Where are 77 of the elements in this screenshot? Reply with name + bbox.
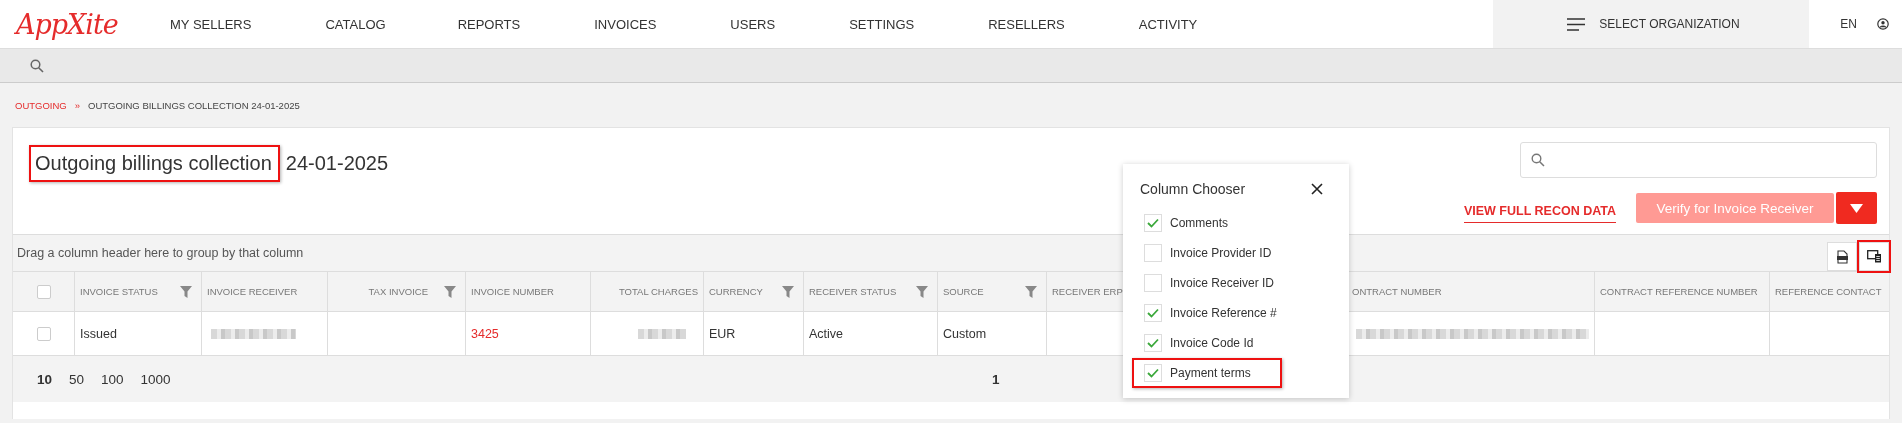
close-icon[interactable] [1311, 183, 1323, 195]
checkbox[interactable] [1144, 334, 1162, 352]
column-header[interactable]: TOTAL CHARGES [619, 286, 698, 297]
columns-icon [1866, 250, 1882, 263]
checkbox[interactable] [1144, 244, 1162, 262]
column-option[interactable]: Comments [1132, 208, 1282, 238]
page-size-option[interactable]: 10 [37, 371, 53, 387]
column-header[interactable]: ONTRACT NUMBER [1352, 286, 1442, 297]
column-header[interactable]: REFERENCE CONTACT [1775, 286, 1882, 297]
filter-icon[interactable] [782, 285, 794, 298]
row-checkbox[interactable] [36, 326, 51, 341]
column-header[interactable]: INVOICE RECEIVER [207, 286, 298, 297]
menu-icon [1567, 17, 1586, 31]
check-icon [1147, 368, 1159, 378]
column-option[interactable]: Invoice Code Id [1132, 328, 1282, 358]
filter-icon[interactable] [916, 285, 928, 298]
page-size-option[interactable]: 50 [69, 371, 85, 387]
nav-link[interactable]: USERS [720, 16, 786, 32]
checkbox[interactable] [1144, 304, 1162, 322]
export-button[interactable] [1827, 242, 1857, 271]
nav-link[interactable]: CATALOG [315, 16, 396, 32]
redacted-text [638, 328, 686, 339]
column-option[interactable]: Invoice Provider ID [1132, 238, 1282, 268]
breadcrumb-link[interactable]: OUTGOING [15, 99, 67, 111]
column-option[interactable]: Invoice Reference # [1132, 298, 1282, 328]
popup-title: Column Chooser [1140, 181, 1246, 197]
filter-icon[interactable] [1025, 285, 1037, 298]
column-header[interactable]: INVOICE STATUS [80, 286, 158, 297]
checkbox[interactable] [1144, 364, 1162, 382]
column-header[interactable]: INVOICE NUMBER [471, 286, 554, 297]
search-icon[interactable] [30, 58, 44, 73]
column-header[interactable]: SOURCE [943, 286, 984, 297]
nav-link[interactable]: ACTIVITY [1128, 16, 1208, 32]
organization-selector[interactable]: SELECT ORGANIZATION [1493, 0, 1810, 48]
check-icon [1147, 308, 1159, 318]
table-cell: Issued [80, 326, 117, 341]
page-title-date: 24-01-2025 [285, 151, 389, 175]
nav-link[interactable]: INVOICES [584, 16, 667, 32]
nav-link[interactable]: MY SELLERS [160, 16, 262, 32]
language-selector[interactable]: EN [1840, 17, 1857, 31]
filter-icon[interactable] [444, 285, 456, 298]
column-header[interactable]: CONTRACT REFERENCE NUMBER [1600, 286, 1758, 297]
search-icon [1531, 153, 1545, 167]
column-header[interactable]: TAX INVOICE [368, 286, 428, 297]
column-header[interactable]: RECEIVER STATUS [809, 286, 897, 297]
nav-link[interactable]: SETTINGS [839, 16, 925, 32]
dropdown-button[interactable] [1836, 192, 1877, 224]
table-cell: EUR [709, 326, 736, 341]
group-panel-hint: Drag a column header here to group by that column [17, 246, 304, 260]
checkbox[interactable] [1144, 274, 1162, 292]
breadcrumb-separator: » [74, 99, 81, 111]
nav-link[interactable]: RESELLERS [978, 16, 1075, 32]
column-chooser-button[interactable] [1859, 242, 1889, 271]
column-header[interactable]: RECEIVER ERP [1052, 286, 1123, 297]
logo[interactable]: AppXite [0, 8, 160, 40]
user-icon[interactable] [1877, 18, 1889, 30]
page-title: Outgoing billings collection [29, 144, 280, 182]
column-option[interactable]: Payment terms [1132, 358, 1282, 388]
view-recon-link[interactable]: VIEW FULL RECON DATA [1463, 203, 1616, 223]
filter-icon[interactable] [180, 285, 192, 298]
column-option[interactable]: Invoice Receiver ID [1132, 268, 1282, 298]
page-size-option[interactable]: 100 [101, 371, 124, 387]
spreadsheet-file-icon [1835, 249, 1849, 264]
invoice-number-link[interactable]: 3425 [471, 326, 499, 341]
select-all-checkbox[interactable] [36, 284, 51, 299]
page-size-option[interactable]: 1000 [140, 371, 171, 387]
search-field[interactable] [1520, 142, 1877, 178]
check-icon [1147, 218, 1159, 228]
caret-icon [1850, 203, 1863, 213]
breadcrumb-current: OUTGOING BILLINGS COLLECTION 24-01-2025 [88, 99, 300, 111]
table-cell: Custom [943, 326, 987, 341]
check-icon [1147, 338, 1159, 348]
checkbox[interactable] [1144, 214, 1162, 232]
column-header[interactable]: CURRENCY [709, 286, 763, 297]
page-number[interactable]: 1 [992, 371, 1000, 387]
table-cell: Active [809, 326, 844, 341]
nav-link[interactable]: REPORTS [447, 16, 531, 32]
